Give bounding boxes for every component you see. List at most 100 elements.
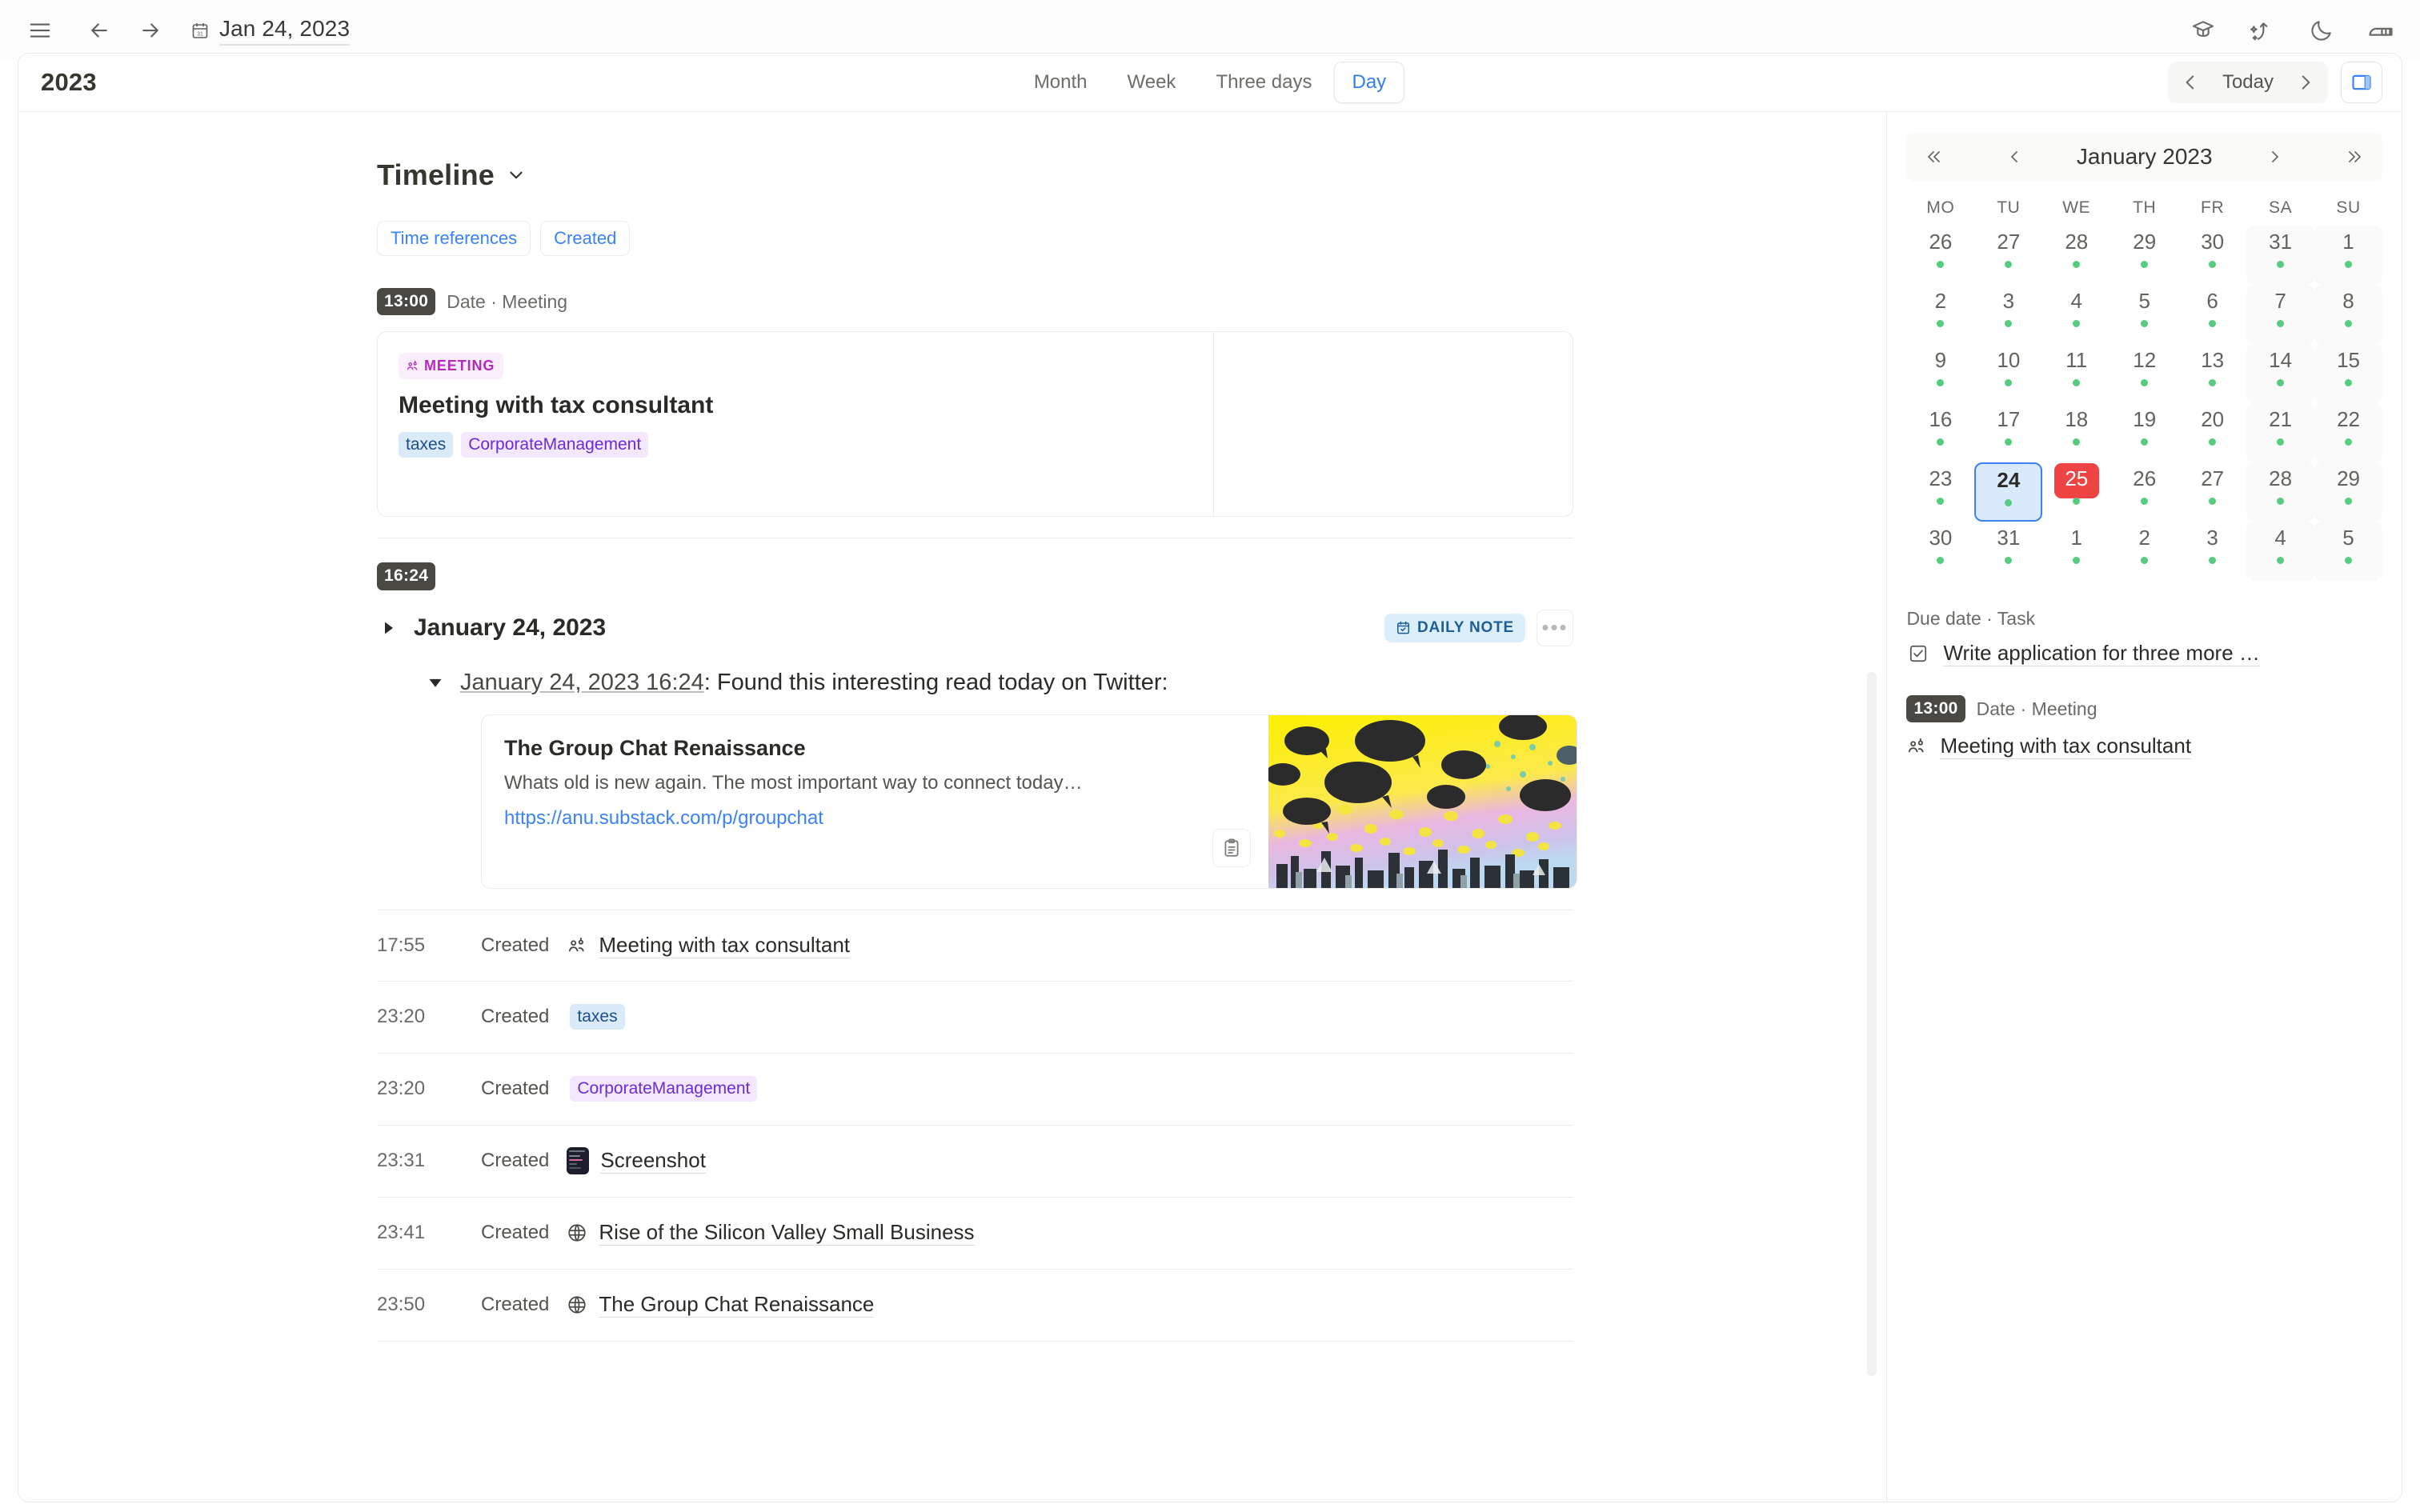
row-label[interactable]: The Group Chat Renaissance	[599, 1292, 875, 1318]
calendar-day-28[interactable]: 28	[2246, 462, 2315, 522]
calendar-day-27[interactable]: 27	[1974, 226, 2042, 285]
calendar-day-28[interactable]: 28	[2042, 226, 2110, 285]
row-tag[interactable]: CorporateManagement	[570, 1076, 758, 1102]
chevron-left-icon[interactable]	[2173, 65, 2208, 100]
calendar-day-5[interactable]: 5	[2110, 285, 2178, 344]
calendar-day-8[interactable]: 8	[2314, 285, 2382, 344]
hamburger-menu-icon[interactable]	[18, 8, 62, 53]
calendar-day-30[interactable]: 30	[1906, 522, 1974, 581]
calendar-day-18[interactable]: 18	[2042, 403, 2110, 462]
calendar-day-22[interactable]: 22	[2314, 403, 2382, 462]
chevron-double-left-icon[interactable]	[1916, 139, 1951, 174]
table-row[interactable]: 17:55 Created Meeting with tax consultan…	[377, 909, 1573, 982]
triangle-down-icon[interactable]	[423, 667, 447, 690]
calendar-day-9[interactable]: 9	[1906, 344, 1974, 403]
row-label[interactable]: Meeting with tax consultant	[599, 933, 851, 958]
calendar-day-12[interactable]: 12	[2110, 344, 2178, 403]
vertical-scrollbar[interactable]	[1867, 672, 1877, 1376]
calendar-day-16[interactable]: 16	[1906, 403, 1974, 462]
calendar-day-27[interactable]: 27	[2178, 462, 2246, 522]
tab-week[interactable]: Week	[1109, 62, 1195, 103]
calendar-day-31[interactable]: 31	[1974, 522, 2042, 581]
calendar-day-5[interactable]: 5	[2314, 522, 2382, 581]
calendar-week-row: 16 17 18 19 20 21 22	[1906, 403, 2382, 462]
agenda-task-text[interactable]: Write application for three more …	[1943, 641, 2260, 666]
moon-icon[interactable]	[2303, 12, 2340, 49]
tab-month[interactable]: Month	[1016, 62, 1106, 103]
row-label[interactable]: Screenshot	[600, 1148, 706, 1174]
note-child-link[interactable]: January 24, 2023 16:24	[460, 670, 704, 695]
calendar-day-2[interactable]: 2	[1906, 285, 1974, 344]
ellipsis-icon[interactable]: •••	[1537, 609, 1573, 646]
calendar-day-25[interactable]: 25	[2042, 462, 2110, 522]
tab-day[interactable]: Day	[1333, 62, 1405, 103]
magic-wand-icon[interactable]	[2244, 12, 2281, 49]
calendar-day-30[interactable]: 30	[2178, 226, 2246, 285]
calendar-day-24[interactable]: 24	[1974, 462, 2043, 522]
daily-note-date[interactable]: January 24, 2023	[414, 614, 606, 642]
graduation-cap-icon[interactable]	[2185, 12, 2222, 49]
link-preview-url[interactable]: https://anu.substack.com/p/groupchat	[504, 807, 1268, 830]
calendar-day-4[interactable]: 4	[2246, 522, 2315, 581]
calendar-day-6[interactable]: 6	[2178, 285, 2246, 344]
calendar-day-10[interactable]: 10	[1974, 344, 2042, 403]
calendar-day-4[interactable]: 4	[2042, 285, 2110, 344]
row-tag[interactable]: taxes	[570, 1004, 625, 1030]
checkbox-checked-icon[interactable]	[1906, 642, 1930, 666]
agenda-task-item[interactable]: Write application for three more …	[1906, 641, 2382, 666]
calendar-day-31[interactable]: 31	[2246, 226, 2315, 285]
calendar-day-29[interactable]: 29	[2110, 226, 2178, 285]
calendar-day-17[interactable]: 17	[1974, 403, 2042, 462]
filter-created[interactable]: Created	[540, 221, 631, 256]
today-button[interactable]: Today	[2211, 71, 2285, 94]
chevron-right-icon[interactable]	[2288, 65, 2323, 100]
calendar-day-21[interactable]: 21	[2246, 403, 2315, 462]
chevron-double-right-icon[interactable]	[2338, 139, 2373, 174]
meeting-card-title[interactable]: Meeting with tax consultant	[399, 392, 1213, 419]
document-breadcrumb[interactable]: 31 Jan 24, 2023	[190, 16, 351, 46]
tab-three-days[interactable]: Three days	[1197, 62, 1330, 103]
chevron-down-icon[interactable]	[506, 165, 527, 186]
calendar-day-13[interactable]: 13	[2178, 344, 2246, 403]
table-row[interactable]: 23:31 Created Screenshot	[377, 1126, 1573, 1198]
daily-note-badge[interactable]: DAILY NOTE	[1384, 613, 1525, 642]
table-row[interactable]: 23:20 Created CorporateManagement	[377, 1054, 1573, 1126]
arrow-left-icon[interactable]	[77, 8, 122, 53]
agenda-meeting-text[interactable]: Meeting with tax consultant	[1940, 734, 2192, 760]
agenda-meeting-item[interactable]: Meeting with tax consultant	[1906, 734, 2382, 760]
triangle-right-icon[interactable]	[377, 620, 401, 636]
calendar-day-number: 4	[2070, 289, 2083, 313]
calendar-day-26[interactable]: 26	[1906, 226, 1974, 285]
arrow-right-icon[interactable]	[128, 8, 173, 53]
calendar-day-14[interactable]: 14	[2246, 344, 2315, 403]
tag-taxes[interactable]: taxes	[399, 432, 454, 458]
link-preview-card[interactable]: The Group Chat Renaissance Whats old is …	[481, 714, 1577, 889]
row-label[interactable]: Rise of the Silicon Valley Small Busines…	[599, 1220, 975, 1246]
calendar-day-26[interactable]: 26	[2110, 462, 2178, 522]
calendar-day-29[interactable]: 29	[2314, 462, 2382, 522]
clipboard-icon[interactable]	[1212, 828, 1251, 867]
calendar-day-15[interactable]: 15	[2314, 344, 2382, 403]
document-title[interactable]: Jan 24, 2023	[219, 16, 351, 46]
filter-time-references[interactable]: Time references	[377, 221, 531, 256]
calendar-next-icon[interactable]	[2258, 139, 2293, 174]
calendar-day-23[interactable]: 23	[1906, 462, 1974, 522]
calendar-day-20[interactable]: 20	[2178, 403, 2246, 462]
meeting-card[interactable]: MEETING Meeting with tax consultant taxe…	[377, 331, 1573, 518]
calendar-prev-icon[interactable]	[1997, 139, 2032, 174]
calendar-day-3[interactable]: 3	[1974, 285, 2042, 344]
calendar-day-2[interactable]: 2	[2110, 522, 2178, 581]
table-row[interactable]: 23:41 Created Rise of the Silicon Valley…	[377, 1198, 1573, 1270]
tag-corporatemanagement[interactable]: CorporateManagement	[461, 432, 649, 458]
calendar-day-19[interactable]: 19	[2110, 403, 2178, 462]
table-row[interactable]: 23:20 Created taxes	[377, 982, 1573, 1054]
right-sidebar-icon[interactable]	[2341, 62, 2382, 103]
calendar-month-label[interactable]: January 2023	[2077, 144, 2213, 170]
table-row[interactable]: 23:50 Created The Group Chat Renaissance	[377, 1270, 1573, 1342]
calendar-day-11[interactable]: 11	[2042, 344, 2110, 403]
calendar-day-3[interactable]: 3	[2178, 522, 2246, 581]
calendar-day-1[interactable]: 1	[2042, 522, 2110, 581]
calendar-day-1[interactable]: 1	[2314, 226, 2382, 285]
calendar-day-7[interactable]: 7	[2246, 285, 2315, 344]
reader-icon[interactable]	[2362, 12, 2399, 49]
